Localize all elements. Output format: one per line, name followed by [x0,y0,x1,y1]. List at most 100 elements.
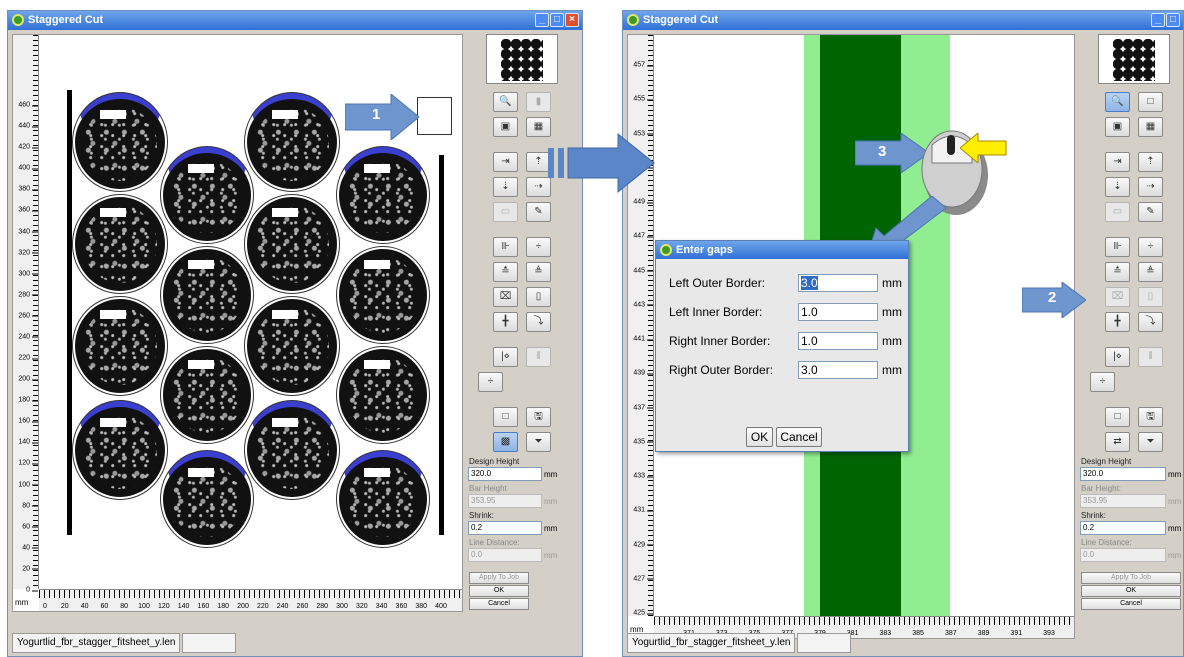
shrink-input[interactable]: 0.2 [1080,521,1166,535]
maximize-button[interactable]: □ [550,13,564,27]
cut-icon[interactable]: ⌧ [493,287,518,307]
lid-item[interactable] [161,147,253,243]
lid-item[interactable] [245,93,339,191]
minimize-button[interactable]: _ [1151,13,1165,27]
lid-item[interactable] [337,451,429,547]
camera-icon[interactable]: ▣ [493,117,518,137]
insert-icon[interactable]: |⋄ [493,347,518,367]
edit-icon[interactable]: ✎ [1138,202,1163,222]
camera-icon[interactable]: ▣ [1105,117,1130,137]
divide-icon[interactable]: ÷ [1090,372,1115,392]
page-icon[interactable]: □ [1138,92,1163,112]
ruler-tick-label: 200 [18,376,38,383]
lid-item[interactable] [245,195,339,293]
filter-icon[interactable]: ⏷ [526,432,551,452]
corner-icon[interactable]: ⤵ [1138,312,1163,332]
edit-icon[interactable]: ✎ [526,202,551,222]
ruler-tick-label: 160 [197,603,210,610]
cancel-button[interactable]: Cancel [1081,598,1181,610]
lid-item[interactable] [245,297,339,395]
right-outer-border-input[interactable]: 3.0 [798,361,878,379]
split-vertical-icon[interactable]: ⊪ [1105,237,1130,257]
align-down-icon[interactable]: ⇣ [1105,177,1130,197]
right-inner-border-input[interactable]: 1.0 [798,332,878,350]
rectangle-icon[interactable]: ▭ [1105,202,1130,222]
cut-icon[interactable]: ⌧ [1105,287,1130,307]
lid-item[interactable] [161,347,253,443]
stagger-icon[interactable]: ≛ [493,262,518,282]
preview-thumbnail[interactable] [486,34,558,84]
selection-marker[interactable] [417,97,452,135]
align-right-icon[interactable]: ⇢ [1138,177,1163,197]
zoom-icon[interactable]: 🔍 [1105,92,1130,112]
page-icon[interactable]: ▮ [526,92,551,112]
minimize-button[interactable]: _ [535,13,549,27]
lid-item[interactable] [337,147,429,243]
line-distance-input[interactable]: 0.0 [1080,548,1166,562]
align-left-icon[interactable]: ⇥ [1105,152,1130,172]
cancel-button[interactable]: Cancel [469,598,529,610]
bar-height-input[interactable]: 353.95 [468,494,542,508]
stagger-alt-icon[interactable]: ≜ [526,262,551,282]
dialog-cancel-button[interactable]: Cancel [776,427,822,447]
enter-gaps-dialog: Enter gaps Left Outer Border: 3.0 mm Lef… [655,240,909,452]
preview-thumbnail[interactable] [1098,34,1170,84]
rectangle-icon[interactable]: ▭ [493,202,518,222]
ok-button[interactable]: OK [469,585,529,597]
left-inner-border-input[interactable]: 1.0 [798,303,878,321]
transfer-icon[interactable]: ⇄ [1105,432,1130,452]
lid-item[interactable] [73,93,167,191]
save-icon[interactable]: 🖫 [1138,407,1163,427]
dialog-ok-button[interactable]: OK [746,427,773,447]
bar-height-input[interactable]: 353.95 [1080,494,1166,508]
maximize-button[interactable]: □ [1166,13,1180,27]
save-icon[interactable]: 🖫 [526,407,551,427]
align-down-icon[interactable]: ⇣ [493,177,518,197]
frame-icon[interactable]: ▯ [1138,287,1163,307]
split-horizontal-icon[interactable]: ÷ [526,237,551,257]
grid-icon[interactable]: ▦ [1138,117,1163,137]
right-titlebar[interactable]: Staggered Cut _ □ [623,11,1183,30]
new-icon[interactable]: □ [493,407,518,427]
lid-item[interactable] [337,347,429,443]
left-outer-border-input[interactable]: 3.0 [798,274,878,292]
lid-item[interactable] [73,297,167,395]
close-button[interactable]: × [565,13,579,27]
bar-icon[interactable]: ╋ [493,312,518,332]
design-height-input[interactable]: 320.0 [1080,467,1166,481]
design-height-input[interactable]: 320.0 [468,467,542,481]
align-top-icon[interactable]: ⇡ [1138,152,1163,172]
lid-item[interactable] [245,401,339,499]
fill-icon[interactable]: ▩ [493,432,518,452]
insert-alt-icon[interactable]: ⦀ [526,347,551,367]
ruler-tick-label: 40 [80,603,89,610]
lid-item[interactable] [161,451,253,547]
dialog-titlebar[interactable]: Enter gaps [656,241,908,259]
apply-to-job-button[interactable]: Apply To Job [1081,572,1181,584]
filter-icon[interactable]: ⏷ [1138,432,1163,452]
stagger-icon[interactable]: ≛ [1105,262,1130,282]
frame-icon[interactable]: ▯ [526,287,551,307]
insert-alt-icon[interactable]: ⦀ [1138,347,1163,367]
ruler-tick-label: 160 [18,418,38,425]
right-tool-panel: 🔍 □ ▣ ▦ ⇥ ⇡ ⇣ ⇢ ▭ ✎ ⊪ ÷ ≛ ≜ ⌧ ▯ ╋ ⤵ |⋄ ⦀ ÷ □ 🖫 ⇄ ⏷ D… [1079,34,1183,616]
lid-item[interactable] [161,247,253,343]
align-left-icon[interactable]: ⇥ [493,152,518,172]
zoom-icon[interactable]: 🔍 [493,92,518,112]
lid-item[interactable] [73,195,167,293]
line-distance-input[interactable]: 0.0 [468,548,542,562]
lid-item[interactable] [73,401,167,499]
left-titlebar[interactable]: Staggered Cut _ □ × [8,11,582,30]
apply-to-job-button[interactable]: Apply To Job [469,572,529,584]
bar-icon[interactable]: ╋ [1105,312,1130,332]
lid-item[interactable] [337,247,429,343]
divide-icon[interactable]: ÷ [478,372,503,392]
ok-button[interactable]: OK [1081,585,1181,597]
split-vertical-icon[interactable]: ⊪ [493,237,518,257]
shrink-input[interactable]: 0.2 [468,521,542,535]
insert-icon[interactable]: |⋄ [1105,347,1130,367]
split-horizontal-icon[interactable]: ÷ [1138,237,1163,257]
stagger-alt-icon[interactable]: ≜ [1138,262,1163,282]
corner-icon[interactable]: ⤵ [526,312,551,332]
new-icon[interactable]: □ [1105,407,1130,427]
